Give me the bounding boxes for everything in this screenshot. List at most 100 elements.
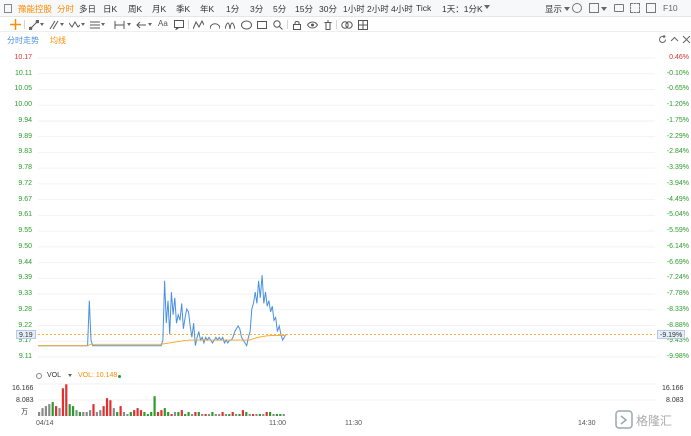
chevron-down-icon[interactable] <box>40 23 44 26</box>
compare-icon[interactable] <box>341 20 353 30</box>
tab-15min[interactable]: 15分 <box>295 3 313 15</box>
price-tick-label: 9.22 <box>18 321 32 329</box>
display-menu[interactable]: 显示 <box>545 3 562 15</box>
delete-icon[interactable] <box>323 20 333 30</box>
reset-icon[interactable] <box>658 35 667 44</box>
rectangle-icon[interactable] <box>257 20 267 30</box>
toolbar-separator <box>24 20 25 29</box>
volume-bar <box>248 414 251 416</box>
layout-icon[interactable] <box>589 3 599 13</box>
camera-icon[interactable] <box>614 4 624 12</box>
ellipse-icon[interactable] <box>241 20 252 30</box>
volume-bar <box>143 412 146 416</box>
volume-bar <box>68 404 71 416</box>
note-icon[interactable] <box>174 20 184 30</box>
volume-bar <box>150 412 153 416</box>
pattern-icon[interactable] <box>193 20 204 30</box>
panel-toggle-icon[interactable] <box>4 4 12 13</box>
tab-weekly-k[interactable]: 周K <box>128 3 142 15</box>
volume-bar <box>41 408 44 416</box>
volume-axis-unit: 万 <box>21 409 28 416</box>
collapse-icon[interactable] <box>670 35 679 44</box>
tab-1hour[interactable]: 1小时 <box>343 3 365 15</box>
volume-bar <box>201 414 204 416</box>
crosshair-icon[interactable] <box>10 19 21 30</box>
volume-bar <box>255 414 258 416</box>
percent-tick-label: -5.04% <box>666 211 689 219</box>
volume-bar <box>184 414 187 416</box>
close-icon[interactable] <box>682 35 691 44</box>
chevron-down-icon[interactable] <box>601 7 607 11</box>
fullscreen-icon[interactable] <box>630 3 640 13</box>
volume-bar <box>214 414 217 416</box>
volume-bar <box>153 396 156 416</box>
volume-chart[interactable] <box>38 382 655 418</box>
hide-icon[interactable] <box>307 20 318 30</box>
volume-axis-mid: 8.083 <box>16 397 34 404</box>
volume-bar <box>163 408 166 416</box>
tab-multiday[interactable]: 多日 <box>79 3 96 15</box>
chevron-down-icon[interactable] <box>564 7 570 11</box>
volume-bar <box>129 412 132 416</box>
period-select[interactable]: 1天：1分K <box>442 3 483 15</box>
volume-dot-icon <box>36 373 42 379</box>
volume-bar <box>177 412 180 416</box>
tab-yearly-k[interactable]: 年K <box>200 3 214 15</box>
zoom-icon[interactable] <box>273 20 283 30</box>
time-axis-label: 14:30 <box>578 420 596 427</box>
tab-intraday-trend[interactable]: 分时走势 <box>7 35 39 46</box>
volume-bar <box>258 414 261 416</box>
popout-icon[interactable] <box>646 3 656 13</box>
arc-icon[interactable] <box>210 20 220 30</box>
fibonacci-icon[interactable] <box>90 20 100 30</box>
volume-bar <box>105 398 109 416</box>
tab-1min[interactable]: 1分 <box>226 3 239 15</box>
chevron-down-icon[interactable] <box>81 23 85 26</box>
volume-bar <box>204 414 207 416</box>
tab-2hour[interactable]: 2小时 <box>367 3 389 15</box>
tab-3min[interactable]: 3分 <box>250 3 263 15</box>
volume-bar <box>228 414 231 416</box>
measure-icon[interactable] <box>114 20 125 30</box>
tab-5min[interactable]: 5分 <box>273 3 286 15</box>
volume-bar <box>218 414 221 416</box>
tab-monthly-k[interactable]: 月K <box>152 3 166 15</box>
tab-moving-average[interactable]: 均线 <box>50 35 66 46</box>
settings-icon[interactable] <box>572 3 582 13</box>
lock-icon[interactable] <box>292 20 302 30</box>
tab-4hour[interactable]: 4小时 <box>391 3 413 15</box>
percent-tick-label: -8.88% <box>666 321 689 329</box>
f10-button[interactable]: F10 <box>663 3 678 13</box>
volume-bar <box>55 406 58 416</box>
volume-bar <box>122 412 126 416</box>
tab-quarterly-k[interactable]: 季K <box>176 3 190 15</box>
chart-toolbar-top: 豫能控股 分时 多日 日K 周K 月K 季K 年K 1分 3分 5分 15分 3… <box>0 0 691 17</box>
channel-icon[interactable] <box>49 20 59 30</box>
volume-bar <box>231 412 234 416</box>
wave-icon[interactable] <box>69 20 80 30</box>
intraday-price-chart[interactable] <box>38 50 655 362</box>
tab-intraday[interactable]: 分时 <box>57 3 74 15</box>
chevron-down-icon[interactable] <box>68 374 72 377</box>
grid-icon[interactable] <box>358 20 368 30</box>
chevron-down-icon[interactable] <box>148 23 152 26</box>
price-tick-label: 9.61 <box>18 211 32 219</box>
trendline-icon[interactable] <box>29 20 39 30</box>
volume-bar <box>224 414 227 416</box>
chevron-down-icon[interactable] <box>101 23 105 26</box>
volume-bar <box>279 414 282 416</box>
volume-bar <box>112 408 115 416</box>
chevron-down-icon[interactable] <box>127 23 131 26</box>
chevron-down-icon[interactable] <box>484 5 490 9</box>
volume-bar <box>126 414 129 416</box>
volume-bar <box>136 408 139 416</box>
percent-tick-label: -6.14% <box>666 242 689 250</box>
text-tool-icon[interactable]: Aa <box>158 19 168 28</box>
tab-30min[interactable]: 30分 <box>319 3 337 15</box>
cycle-icon[interactable] <box>225 20 235 30</box>
chevron-down-icon[interactable] <box>60 23 64 26</box>
price-tick-label: 9.39 <box>18 274 32 282</box>
tab-daily-k[interactable]: 日K <box>103 3 117 15</box>
arrow-tool-icon[interactable] <box>136 20 147 30</box>
tab-tick[interactable]: Tick <box>416 3 431 13</box>
